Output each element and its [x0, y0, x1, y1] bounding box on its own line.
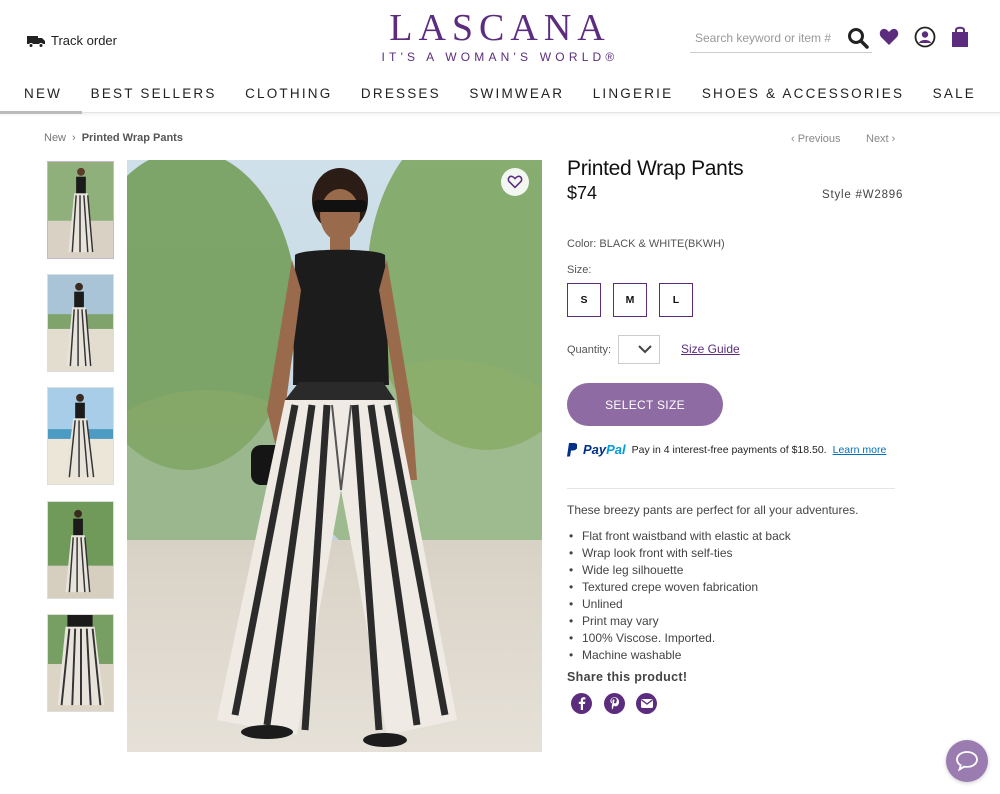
- product-title: Printed Wrap Pants: [567, 157, 744, 180]
- feature-item: Wide leg silhouette: [567, 562, 791, 579]
- breadcrumb-link-new[interactable]: New: [44, 132, 66, 144]
- feature-item: Flat front waistband with elastic at bac…: [567, 528, 791, 545]
- divider: [567, 488, 895, 489]
- paypal-logo-pay: Pay: [583, 442, 607, 457]
- favorite-button[interactable]: [501, 168, 529, 196]
- search-input[interactable]: [690, 26, 840, 50]
- size-label: Size:: [567, 264, 592, 276]
- paypal-icon: [567, 442, 577, 456]
- product-color: Color: BLACK & WHITE(BKWH): [567, 238, 725, 250]
- thumbnail-2[interactable]: [47, 274, 114, 372]
- chevron-down-icon: [638, 345, 652, 354]
- breadcrumb: New › Printed Wrap Pants: [44, 132, 183, 144]
- size-option-s[interactable]: S: [567, 283, 601, 317]
- search-icon[interactable]: [847, 27, 869, 49]
- quantity-label: Quantity:: [567, 344, 612, 356]
- size-option-m[interactable]: M: [613, 283, 647, 317]
- search-box: [690, 26, 872, 53]
- share-label: Share this product!: [567, 670, 688, 684]
- paypal-banner: PayPal Pay in 4 interest-free payments o…: [567, 442, 886, 457]
- nav-item-dresses[interactable]: DRESSES: [361, 80, 441, 113]
- account-icon[interactable]: [914, 26, 936, 48]
- product-description: These breezy pants are perfect for all y…: [567, 503, 859, 517]
- thumbnail-image: [48, 162, 113, 258]
- breadcrumb-separator: ›: [72, 132, 76, 144]
- main-product-image[interactable]: [127, 160, 542, 752]
- thumbnail-image: [48, 502, 113, 598]
- email-icon: [640, 699, 653, 708]
- shopping-bag-icon[interactable]: [950, 26, 970, 48]
- nav-item-swimwear[interactable]: SWIMWEAR: [469, 80, 564, 113]
- nav-item-shoes-accessories[interactable]: SHOES & ACCESSORIES: [702, 80, 904, 113]
- facebook-share-button[interactable]: [571, 693, 592, 714]
- feature-item: 100% Viscose. Imported.: [567, 630, 791, 647]
- thumbnail-1[interactable]: [47, 161, 114, 259]
- feature-item: Wrap look front with self-ties: [567, 545, 791, 562]
- paypal-installments-text: Pay in 4 interest-free payments of $18.5…: [631, 443, 827, 456]
- facebook-icon: [578, 697, 585, 710]
- nav-item-sale[interactable]: SALE: [933, 80, 976, 113]
- thumbnail-image: [48, 275, 113, 371]
- paypal-logo-pal: Pal: [606, 442, 626, 457]
- product-photo: [127, 160, 542, 752]
- nav-item-clothing[interactable]: CLOTHING: [245, 80, 332, 113]
- feature-item: Print may vary: [567, 613, 791, 630]
- thumbnail-5[interactable]: [47, 614, 114, 712]
- select-size-button[interactable]: SELECT SIZE: [567, 383, 723, 426]
- chat-button[interactable]: [946, 740, 988, 782]
- pinterest-share-button[interactable]: [604, 693, 625, 714]
- thumbnail-3[interactable]: [47, 387, 114, 485]
- product-style-number: Style #W2896: [822, 189, 904, 201]
- next-link[interactable]: Next ›: [866, 133, 895, 145]
- quantity-select[interactable]: [618, 335, 660, 364]
- feature-list: Flat front waistband with elastic at bac…: [567, 528, 791, 664]
- product-price: $74: [567, 183, 598, 203]
- feature-item: Textured crepe woven fabrication: [567, 579, 791, 596]
- nav-item-new[interactable]: NEW: [0, 80, 83, 114]
- previous-link[interactable]: ‹ Previous: [791, 133, 841, 145]
- paypal-logo: PayPal: [583, 442, 626, 457]
- nav-item-lingerie[interactable]: LINGERIE: [593, 80, 674, 113]
- thumbnail-4[interactable]: [47, 501, 114, 599]
- thumbnail-image: [48, 615, 113, 711]
- heart-outline-icon: [507, 175, 523, 189]
- feature-item: Unlined: [567, 596, 791, 613]
- pinterest-icon: [610, 697, 619, 710]
- chat-bubble-icon: [956, 751, 978, 772]
- size-guide-link[interactable]: Size Guide: [681, 342, 740, 356]
- site-header: Track order LASCANA IT'S A WOMAN'S WORLD…: [0, 0, 1000, 80]
- email-share-button[interactable]: [636, 693, 657, 714]
- nav-item-best-sellers[interactable]: BEST SELLERS: [91, 80, 217, 113]
- main-nav: NEW BEST SELLERS CLOTHING DRESSES SWIMWE…: [0, 80, 1000, 114]
- feature-item: Machine washable: [567, 647, 791, 664]
- wishlist-heart-icon[interactable]: [879, 28, 899, 46]
- paypal-learn-more-link[interactable]: Learn more: [833, 444, 887, 456]
- thumbnail-image: [48, 388, 113, 484]
- breadcrumb-current: Printed Wrap Pants: [81, 132, 183, 144]
- size-option-l[interactable]: L: [659, 283, 693, 317]
